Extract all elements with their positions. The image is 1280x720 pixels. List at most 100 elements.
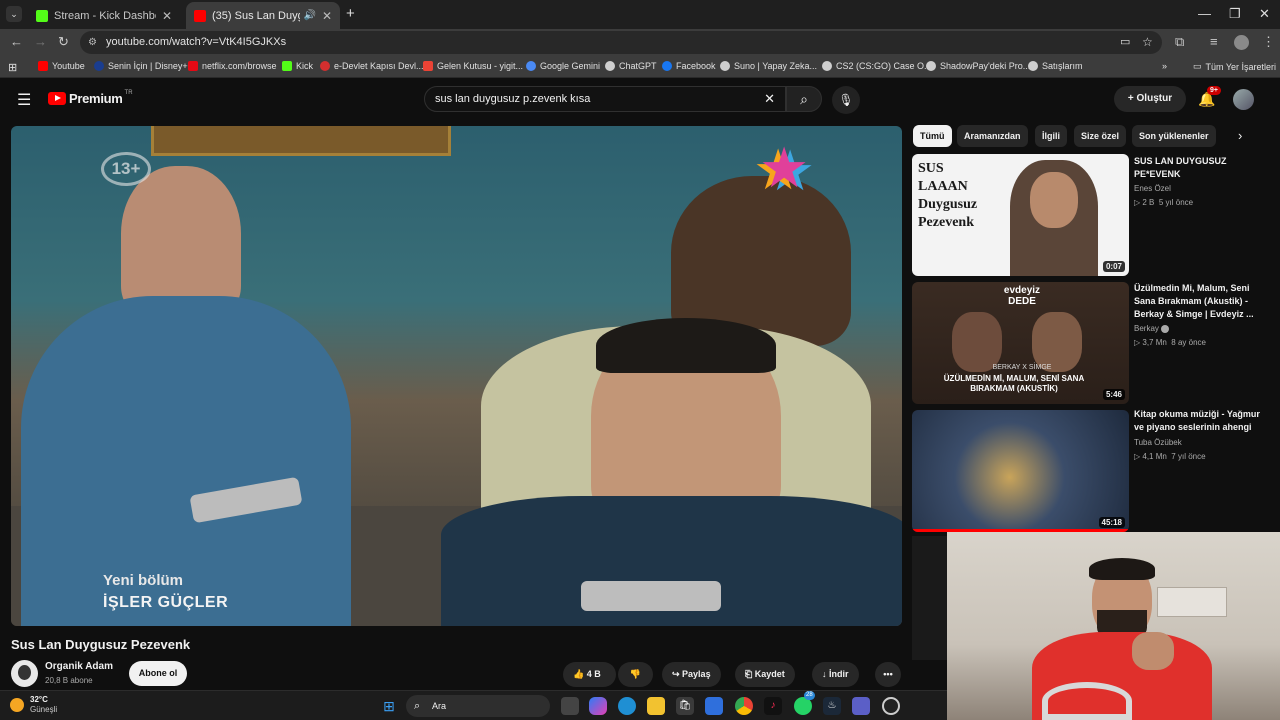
store-icon[interactable]: 🛍 (676, 697, 694, 715)
search-input[interactable]: sus lan duygusuz p.zevenk kısa ✕ (424, 86, 786, 112)
overlay-subtitle-line2: İŞLER GÜÇLER (103, 594, 229, 611)
site-info-icon[interactable]: ⚙ (88, 31, 97, 54)
subscribe-button[interactable]: Abone ol (129, 661, 187, 686)
related-channel[interactable]: Tuba Özübek (1134, 438, 1182, 447)
search-button[interactable]: ⌕ (786, 86, 822, 112)
tab-youtube[interactable]: (35) Sus Lan Duygusuz Peze 🔊 ✕ (186, 2, 340, 29)
tab-list-button[interactable]: ⌄ (6, 6, 22, 22)
related-meta: ▷ 3,7 Mn 8 ay önce (1134, 338, 1206, 347)
window-close-button[interactable]: ✕ (1259, 6, 1270, 22)
chrome-icon[interactable] (735, 697, 753, 715)
profile-avatar[interactable] (1234, 35, 1249, 50)
download-icon: ↓ (822, 669, 830, 679)
clear-search-icon[interactable]: ✕ (764, 87, 775, 111)
related-title[interactable]: SUS LAN DUYGUSUZ PE*EVENK (1134, 155, 1264, 181)
address-bar[interactable]: ⚙ youtube.com/watch?v=VtK4I5GJKXs ▭ ☆ (80, 31, 1162, 54)
taskbar-search[interactable]: ⌕ Ara (406, 695, 550, 717)
dislike-button[interactable]: 👎 (618, 662, 653, 687)
download-button[interactable]: ↓ İndir (812, 662, 859, 687)
windows-taskbar: 32°C Güneşli ⊞ ⌕ Ara 🛍 ♪ 28 ♨ (0, 690, 947, 720)
taskbar-badge: 28 (804, 691, 815, 700)
obs-icon[interactable] (882, 697, 900, 715)
bookmark-gemini[interactable]: Google Gemini (526, 61, 600, 71)
related-thumbnail[interactable]: evdeyiz DEDE BERKAY X SİMGE ÜZÜLMEDİN Mİ… (912, 282, 1129, 404)
channel-name[interactable]: Organik Adam (45, 661, 113, 672)
teams-icon[interactable] (852, 697, 870, 715)
save-button[interactable]: ⎗ Kaydet (735, 662, 795, 687)
bookmark-suno[interactable]: Suno | Yapay Zeka... (720, 61, 817, 71)
like-button[interactable]: 👍 4 B (563, 662, 616, 687)
bookmark-shadowpay[interactable]: ShadowPay'deki Pro... (926, 61, 1030, 71)
related-channel[interactable]: Enes Özel (1134, 184, 1171, 193)
bookmark-youtube[interactable]: Youtube (38, 61, 85, 71)
mail-icon[interactable] (705, 697, 723, 715)
video-player[interactable]: 13+ ★ Yeni bölüm İŞLER GÜÇLER (11, 126, 902, 626)
thumbnail-text: ÜZÜLMEDİN Mİ, MALUM, SENİ SANA BIRAKMAM … (943, 374, 1085, 393)
related-thumbnail[interactable] (912, 536, 952, 660)
verified-icon (1161, 324, 1170, 333)
reload-icon[interactable]: ↻ (58, 34, 69, 50)
related-channel[interactable]: Berkay (1134, 324, 1170, 333)
apps-icon[interactable]: ⊞ (8, 61, 17, 74)
related-title[interactable]: Kitap okuma müziği - Yağmur ve piyano se… (1134, 408, 1264, 434)
share-button[interactable]: ↪ Paylaş (662, 662, 721, 687)
all-bookmarks[interactable]: ▭ Tüm Yer İşaretleri (1193, 61, 1276, 72)
chip-all[interactable]: Tümü (913, 125, 952, 147)
plus-icon: + (1127, 93, 1137, 104)
more-actions-button[interactable]: ••• (875, 662, 901, 687)
file-explorer-icon[interactable] (647, 697, 665, 715)
steam-icon[interactable]: ♨ (823, 697, 841, 715)
thumbs-down-icon: 👎 (629, 669, 642, 679)
bookmark-satislarim[interactable]: Satışlarım (1028, 61, 1083, 71)
bookmark-star-icon[interactable]: ☆ (1142, 31, 1153, 54)
related-title[interactable]: Üzülmedin Mi, Malum, Seni Sana Bırakmam … (1134, 282, 1264, 321)
bookmark-disney[interactable]: Senin İçin | Disney+ (94, 61, 188, 71)
related-meta: ▷ 2 B 5 yıl önce (1134, 198, 1194, 207)
youtube-header: ☰ Premium TR sus lan duygusuz p.zevenk k… (0, 78, 1280, 122)
close-icon[interactable]: ✕ (322, 9, 332, 23)
chip-from-search[interactable]: Aramanızdan (957, 125, 1028, 147)
hamburger-menu-icon[interactable]: ☰ (17, 90, 31, 110)
cast-icon[interactable]: ▭ (1120, 31, 1130, 54)
bookmark-edevlet[interactable]: e-Devlet Kapısı Devl... (320, 61, 424, 71)
bookmark-facebook[interactable]: Facebook (662, 61, 716, 71)
tab-kick[interactable]: Stream - Kick Dashboard ✕ (28, 2, 180, 29)
start-button[interactable]: ⊞ (380, 697, 398, 715)
bookmark-cs2[interactable]: CS2 (CS:GO) Case O... (822, 61, 932, 71)
speaker-icon[interactable]: 🔊 (303, 10, 315, 21)
related-thumbnail[interactable]: 45:18 (912, 410, 1129, 532)
chip-for-you[interactable]: Size özel (1074, 125, 1127, 147)
related-thumbnail[interactable]: SUS LAAAN Duygusuz Pezevenk 0:07 (912, 154, 1129, 276)
account-avatar[interactable] (1233, 89, 1254, 110)
new-tab-button[interactable]: + (346, 5, 355, 22)
chip-related[interactable]: İlgili (1035, 125, 1067, 147)
restore-button[interactable]: ❐ (1229, 6, 1241, 22)
edge-icon[interactable] (618, 697, 636, 715)
create-button[interactable]: + Oluştur (1114, 86, 1186, 112)
notifications-button[interactable]: 🔔 9+ (1198, 86, 1221, 108)
bookmark-kick[interactable]: Kick (282, 61, 313, 71)
chip-recent[interactable]: Son yüklenenler (1132, 125, 1216, 147)
reading-list-icon[interactable]: ≡ (1210, 34, 1218, 49)
channel-star-logo: ★ (759, 136, 810, 199)
close-icon[interactable]: ✕ (162, 9, 172, 23)
bookmark-gmail[interactable]: Gelen Kutusu - yigit... (423, 61, 523, 71)
tiktok-icon[interactable]: ♪ (764, 697, 782, 715)
folder-icon: ▭ (1193, 61, 1202, 71)
youtube-logo[interactable]: Premium TR (48, 90, 133, 106)
minimize-button[interactable]: — (1198, 6, 1211, 21)
bookmark-chatgpt[interactable]: ChatGPT (605, 61, 657, 71)
bookmark-netflix[interactable]: netflix.com/browse (188, 61, 277, 71)
extensions-icon[interactable]: ⧉ (1175, 34, 1184, 50)
more-bookmarks-icon[interactable]: » (1162, 61, 1167, 71)
copilot-icon[interactable] (589, 697, 607, 715)
forward-icon[interactable]: → (34, 34, 47, 49)
back-icon[interactable]: ← (10, 34, 23, 49)
weather-widget[interactable]: 32°C Güneşli (10, 695, 57, 715)
chips-next-icon[interactable]: › (1238, 128, 1242, 143)
menu-icon[interactable]: ⋮ (1262, 34, 1275, 50)
channel-avatar[interactable] (11, 660, 38, 687)
task-view-icon[interactable] (561, 697, 579, 715)
voice-search-button[interactable]: 🎙 (832, 86, 860, 114)
whatsapp-icon[interactable]: 28 (794, 691, 815, 715)
